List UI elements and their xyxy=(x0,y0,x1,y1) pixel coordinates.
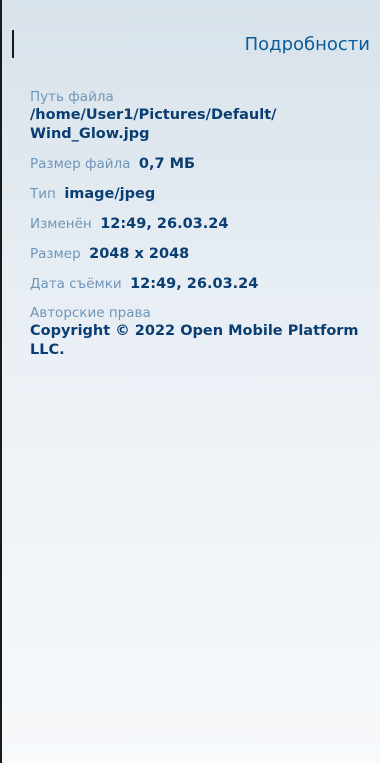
file-path-text: /home/User1/Pictures/Default/ Wind_Glow.… xyxy=(30,107,277,142)
file-size-value: 0,7 МБ xyxy=(138,156,196,172)
modified-value: 12:49, 26.03.24 xyxy=(100,216,229,232)
copyright-label: Авторские права xyxy=(30,305,151,321)
detail-type: Тип image/jpeg xyxy=(30,184,370,204)
dimensions-value: 2048 x 2048 xyxy=(89,246,190,262)
detail-copyright: Авторские права Copyright © 2022 Open Mo… xyxy=(30,304,370,360)
detail-dimensions: Размер 2048 x 2048 xyxy=(30,244,370,264)
copyright-value: Copyright © 2022 Open Mobile Platform LL… xyxy=(30,323,359,358)
page-title: Подробности xyxy=(244,34,370,55)
type-label: Тип xyxy=(30,186,56,202)
left-edge-bar xyxy=(12,30,14,58)
detail-file-path: Путь файла /home/User1/Pictures/Default/… xyxy=(30,88,370,144)
file-path-label: Путь файла xyxy=(30,89,114,105)
date-taken-label: Дата съёмки xyxy=(30,276,122,292)
detail-date-taken: Дата съёмки 12:49, 26.03.24 xyxy=(30,274,370,294)
detail-modified: Изменён 12:49, 26.03.24 xyxy=(30,214,370,234)
detail-file-size: Размер файла 0,7 МБ xyxy=(30,154,370,174)
file-size-label: Размер файла xyxy=(30,156,131,172)
modified-label: Изменён xyxy=(30,216,92,232)
details-list: Путь файла /home/User1/Pictures/Default/… xyxy=(30,88,370,370)
type-value: image/jpeg xyxy=(64,186,156,202)
file-path-value: /home/User1/Pictures/Default/ Wind_Glow.… xyxy=(30,106,370,144)
date-taken-value: 12:49, 26.03.24 xyxy=(130,276,259,292)
dimensions-label: Размер xyxy=(30,246,81,262)
details-screen: Подробности Путь файла /home/User1/Pictu… xyxy=(0,0,380,763)
